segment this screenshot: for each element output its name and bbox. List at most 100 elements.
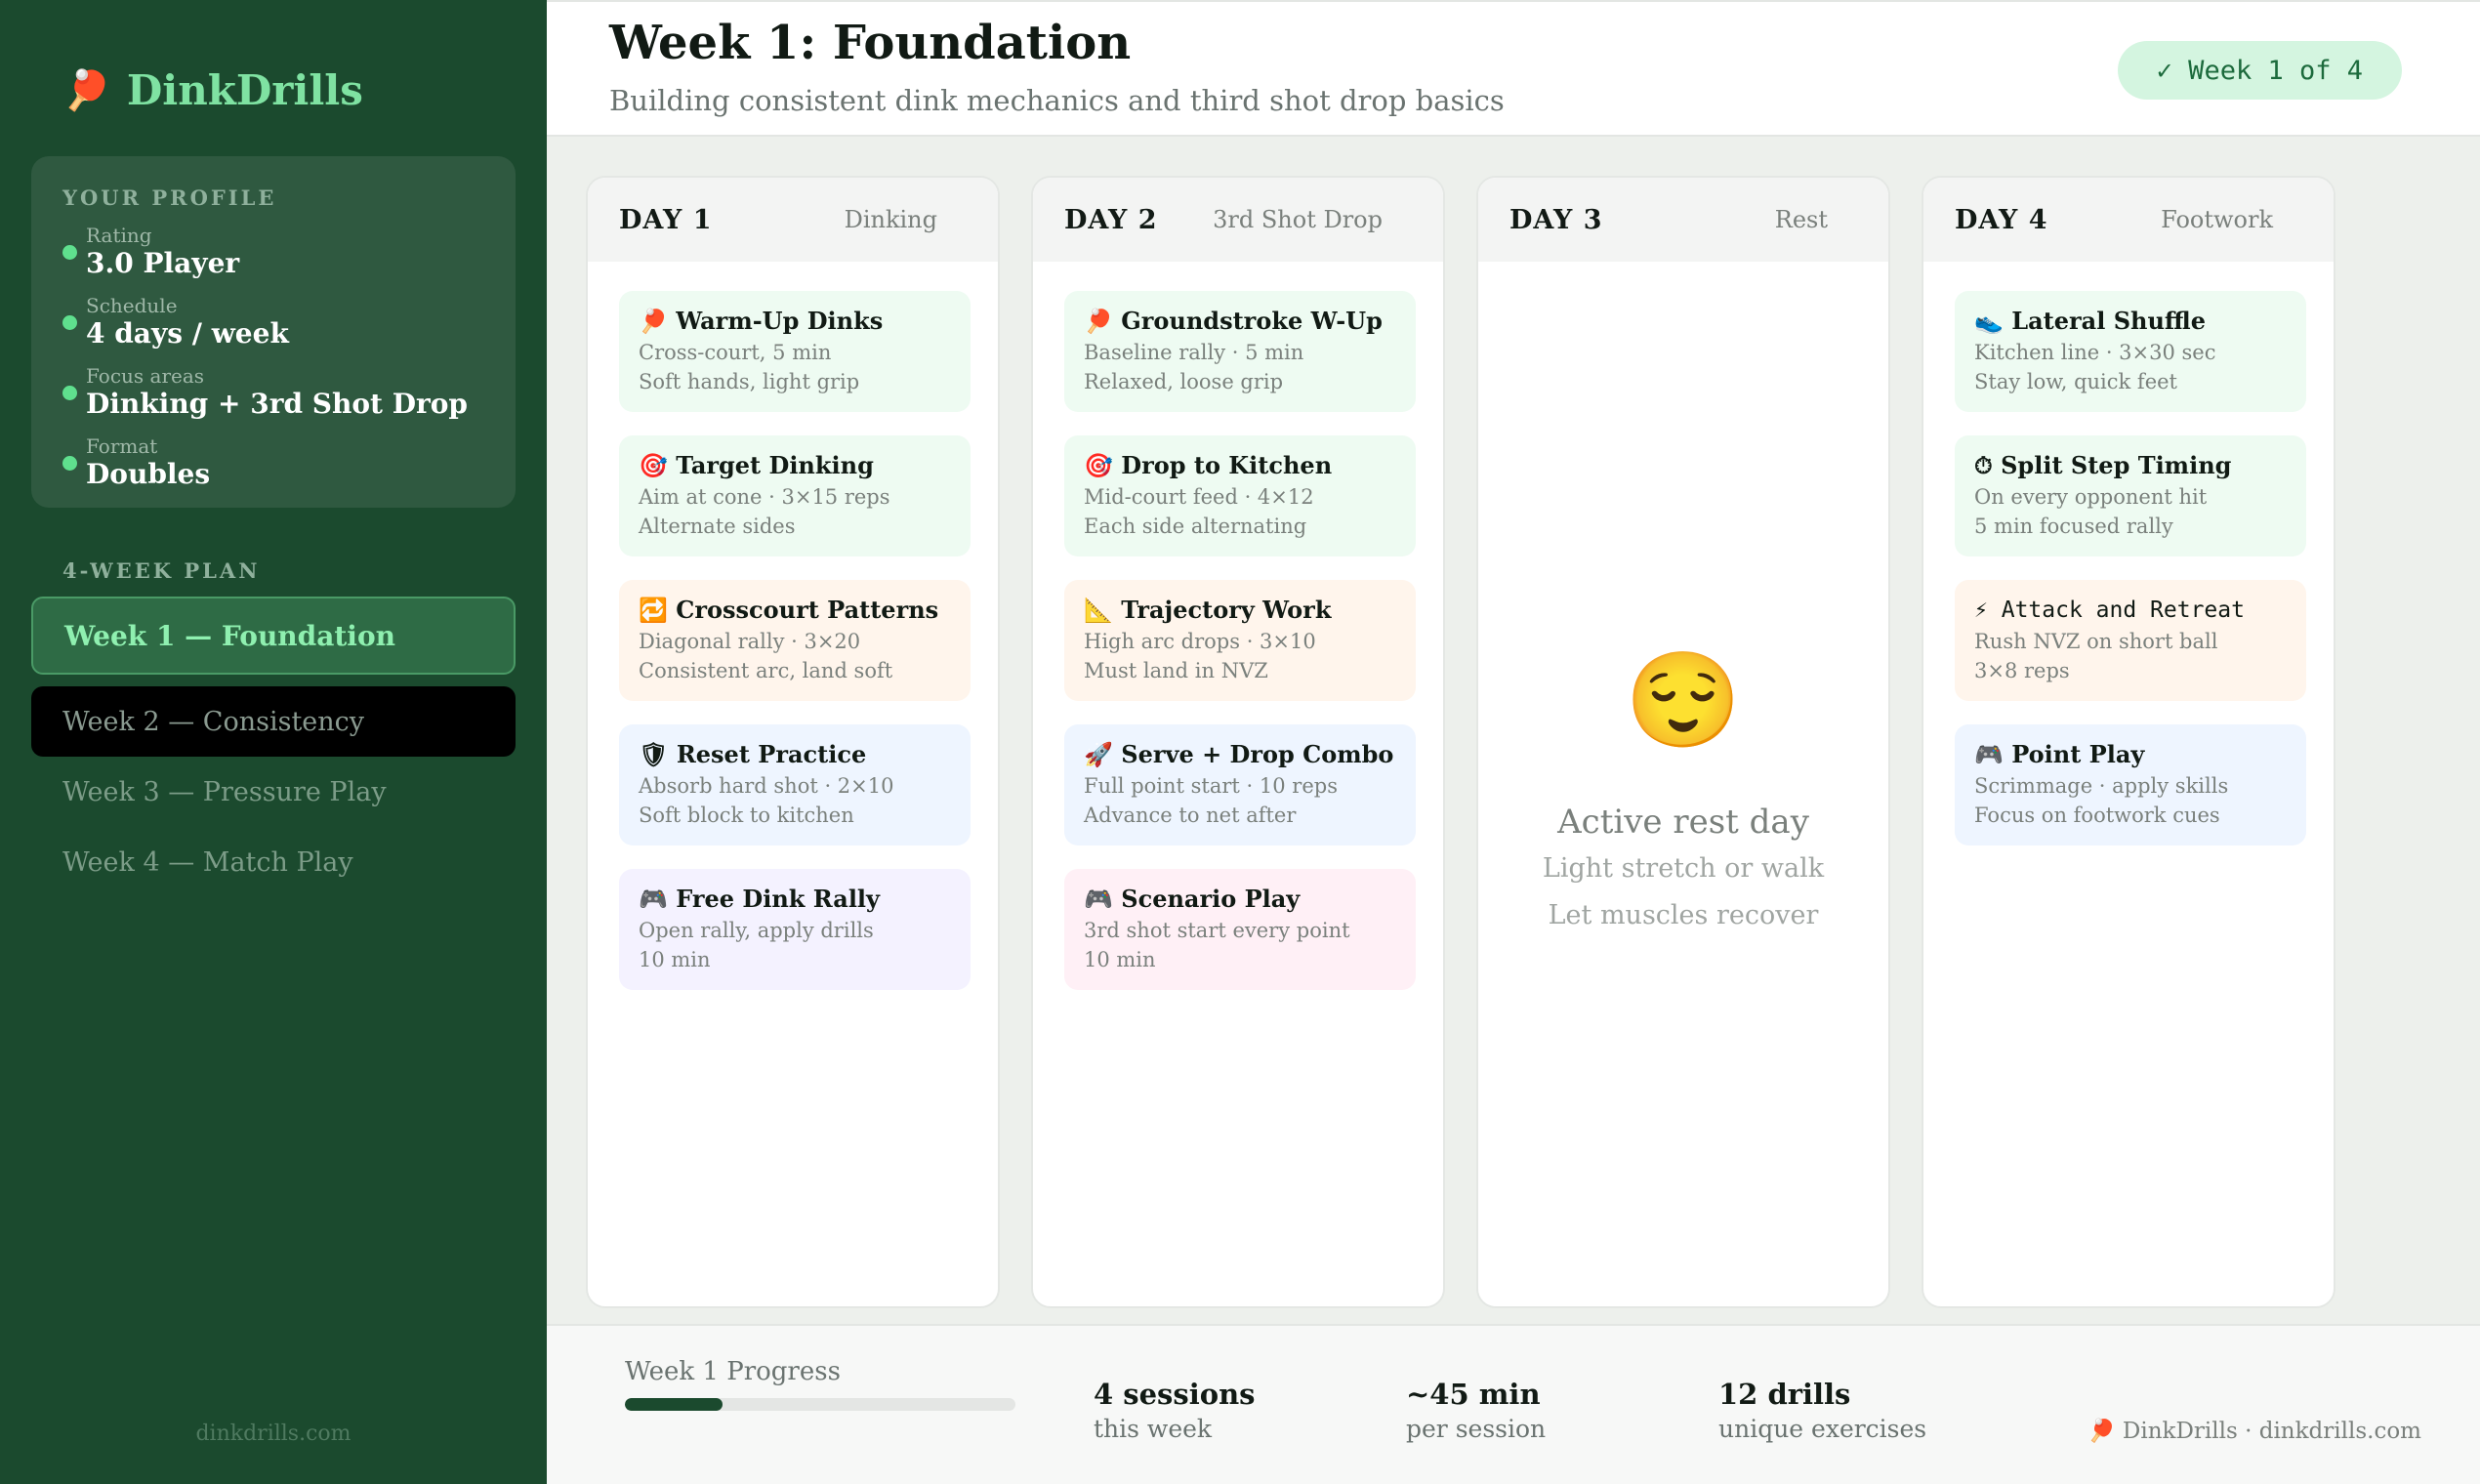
drill-title: Drop to Kitchen: [1121, 451, 1333, 479]
day-focus: 3rd Shot Drop: [1213, 206, 1383, 233]
drill-card[interactable]: 🎯 Target Dinking Aim at cone · 3×15 reps…: [619, 435, 971, 556]
drill-detail: Diagonal rally · 3×20: [639, 630, 861, 653]
profile-row-schedule: Schedule 4 days / week: [62, 294, 484, 350]
bullet-dot-icon: [62, 456, 77, 471]
day-header: DAY 3 Rest: [1478, 178, 1888, 262]
drill-detail: Aim at cone · 3×15 reps: [639, 485, 890, 509]
drill-card[interactable]: 🎮 Scenario Play 3rd shot start every poi…: [1064, 869, 1416, 990]
lightning-icon: ⚡: [1974, 598, 1988, 623]
rest-line: Let muscles recover: [1548, 900, 1819, 930]
drill-title: Reset Practice: [676, 740, 867, 768]
drill-detail: Rush NVZ on short ball: [1974, 630, 2218, 653]
sidebar-item-week-3[interactable]: Week 3 — Pressure Play: [31, 753, 516, 831]
day-number: DAY 3: [1509, 204, 1603, 235]
day-number: DAY 1: [619, 204, 713, 235]
shoe-icon: 👟: [1974, 307, 2004, 335]
brand-logo[interactable]: 🏓 DinkDrills: [62, 66, 363, 114]
drill-title: Serve + Drop Combo: [1121, 740, 1394, 768]
day-focus: Footwork: [2161, 206, 2273, 233]
stat-sessions: 4 sessions this week: [1094, 1377, 1255, 1447]
sidebar-item-week-2[interactable]: Week 2 — Consistency: [31, 686, 516, 757]
drill-note: Consistent arc, land soft: [639, 659, 893, 682]
day-focus: Dinking: [844, 206, 937, 233]
sidebar-item-week-4[interactable]: Week 4 — Match Play: [31, 823, 516, 901]
drill-title: Crosscourt Patterns: [676, 596, 939, 624]
drill-card[interactable]: 🏓 Groundstroke W-Up Baseline rally · 5 m…: [1064, 291, 1416, 412]
day-card-3: DAY 3 Rest 😌 Active rest day Light stret…: [1476, 176, 1890, 1308]
day-card-2: DAY 2 3rd Shot Drop 🏓 Groundstroke W-Up …: [1031, 176, 1445, 1308]
drill-note: Advance to net after: [1084, 804, 1297, 827]
drill-card[interactable]: 🏓 Warm-Up Dinks Cross-court, 5 min Soft …: [619, 291, 971, 412]
stat-caption: this week: [1094, 1415, 1213, 1443]
bullet-dot-icon: [62, 386, 77, 400]
drill-title: Split Step Timing: [2001, 451, 2232, 479]
week-status-badge: ✓ Week 1 of 4: [2117, 41, 2402, 100]
bullet-dot-icon: [62, 315, 77, 330]
drill-note: Alternate sides: [639, 515, 796, 538]
drill-title: Attack and Retreat: [2001, 598, 2245, 623]
drill-card[interactable]: 🚀 Serve + Drop Combo Full point start · …: [1064, 724, 1416, 845]
day-focus: Rest: [1774, 206, 1828, 233]
day-header: DAY 2 3rd Shot Drop: [1033, 178, 1443, 262]
profile-value: 3.0 Player: [86, 247, 240, 279]
profile-value: Dinking + 3rd Shot Drop: [86, 388, 468, 420]
plan-heading: 4-WEEK PLAN: [62, 558, 261, 583]
drill-detail: Scrimmage · apply skills: [1974, 774, 2229, 798]
page-title: Week 1: Foundation: [609, 16, 1132, 70]
profile-value: Doubles: [86, 458, 211, 490]
profile-row-format: Format Doubles: [62, 434, 484, 491]
drill-title: Point Play: [2011, 740, 2145, 768]
progress-label: Week 1 Progress: [625, 1357, 841, 1386]
drill-card[interactable]: 👟 Lateral Shuffle Kitchen line · 3×30 se…: [1955, 291, 2306, 412]
drill-detail: Baseline rally · 5 min: [1084, 341, 1304, 364]
shield-icon: 🛡: [639, 740, 669, 768]
drill-note: Each side alternating: [1084, 515, 1307, 538]
brand-name: DinkDrills: [126, 66, 363, 114]
rocket-icon: 🚀: [1084, 740, 1113, 768]
drill-note: 3×8 reps: [1974, 659, 2070, 682]
drill-card[interactable]: ⏱ Split Step Timing On every opponent hi…: [1955, 435, 2306, 556]
day-header: DAY 4 Footwork: [1923, 178, 2334, 262]
profile-label: Format: [86, 434, 158, 458]
drill-detail: Absorb hard shot · 2×10: [639, 774, 894, 798]
footer-credit: 🏓 DinkDrills · dinkdrills.com: [2087, 1419, 2421, 1444]
game-icon: 🎮: [639, 885, 668, 913]
drill-note: Relaxed, loose grip: [1084, 370, 1284, 393]
paddle-icon: 🏓: [1084, 307, 1113, 335]
drill-note: Must land in NVZ: [1084, 659, 1268, 682]
paddle-icon: 🏓: [639, 307, 668, 335]
sidebar-footer-link[interactable]: dinkdrills.com: [0, 1422, 547, 1446]
drill-note: 10 min: [1084, 948, 1156, 971]
target-icon: 🎯: [1084, 451, 1113, 479]
drill-card[interactable]: 🔁 Crosscourt Patterns Diagonal rally · 3…: [619, 580, 971, 701]
drill-card[interactable]: 📐 Trajectory Work High arc drops · 3×10 …: [1064, 580, 1416, 701]
rest-title: Active rest day: [1557, 803, 1809, 842]
page-header: Week 1: Foundation Building consistent d…: [547, 0, 2480, 137]
drill-detail: High arc drops · 3×10: [1084, 630, 1316, 653]
profile-label: Focus areas: [86, 364, 205, 388]
drill-card[interactable]: 🎮 Free Dink Rally Open rally, apply dril…: [619, 869, 971, 990]
bullet-dot-icon: [62, 245, 77, 260]
progress-bar-fill: [625, 1398, 723, 1411]
drill-title: Free Dink Rally: [676, 885, 880, 913]
drill-card[interactable]: 🎮 Point Play Scrimmage · apply skills Fo…: [1955, 724, 2306, 845]
progress-bar: [625, 1398, 1015, 1411]
profile-row-rating: Rating 3.0 Player: [62, 224, 484, 280]
drill-note: Focus on footwork cues: [1974, 804, 2220, 827]
drill-title: Target Dinking: [676, 451, 874, 479]
drill-note: Soft block to kitchen: [639, 804, 854, 827]
stat-value: ~45 min: [1406, 1378, 1541, 1411]
drill-card[interactable]: ⚡ Attack and Retreat Rush NVZ on short b…: [1955, 580, 2306, 701]
drill-detail: Mid-court feed · 4×12: [1084, 485, 1314, 509]
game-icon: 🎮: [1084, 885, 1113, 913]
drill-card[interactable]: 🎯 Drop to Kitchen Mid-court feed · 4×12 …: [1064, 435, 1416, 556]
drill-card[interactable]: 🛡 Reset Practice Absorb hard shot · 2×10…: [619, 724, 971, 845]
repeat-icon: 🔁: [639, 596, 668, 624]
sidebar-item-week-1[interactable]: Week 1 — Foundation: [31, 597, 516, 675]
drill-detail: Cross-court, 5 min: [639, 341, 832, 364]
profile-label: Schedule: [86, 294, 178, 317]
drill-note: 10 min: [639, 948, 711, 971]
day-card-4: DAY 4 Footwork 👟 Lateral Shuffle Kitchen…: [1922, 176, 2335, 1308]
profile-row-focus: Focus areas Dinking + 3rd Shot Drop: [62, 364, 484, 421]
profile-value: 4 days / week: [86, 317, 289, 350]
